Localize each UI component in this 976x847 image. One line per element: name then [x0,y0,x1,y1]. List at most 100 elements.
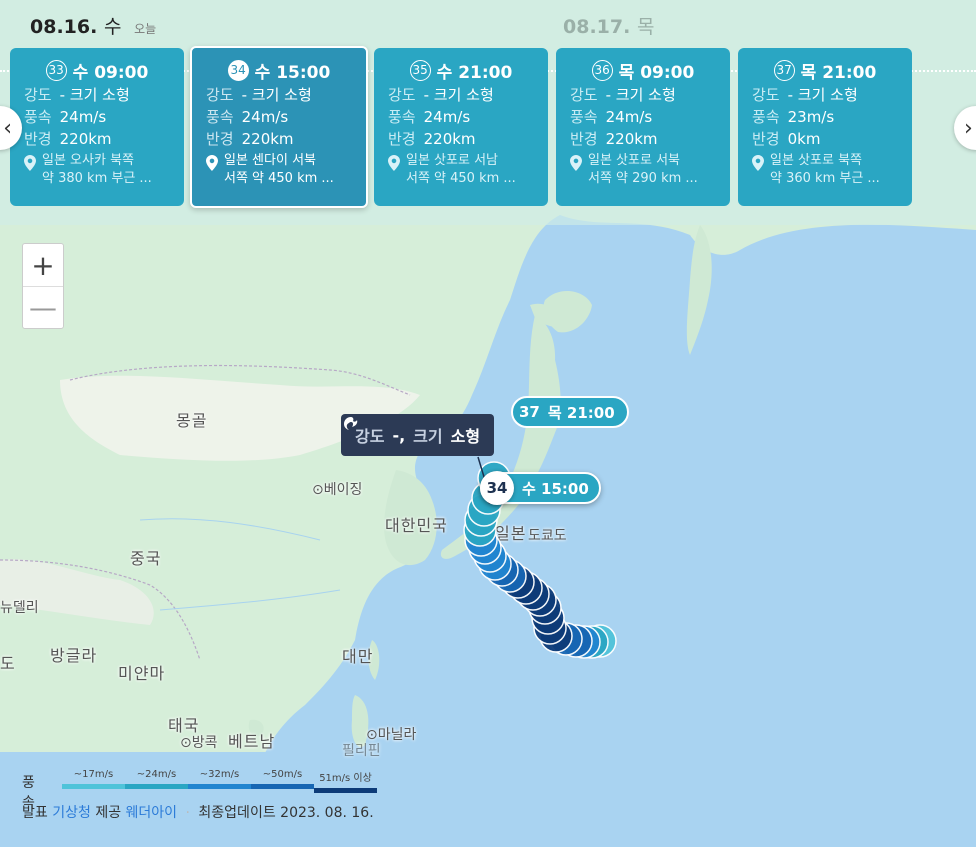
zoom-control: + — [22,243,64,329]
tooltip-size-label: 크기 [413,427,443,446]
card-number: 34 [227,59,249,81]
location-line-1: 일본 센다이 서북 [224,153,316,168]
card-strength: 강도 - 크기 소형 [388,84,548,106]
legend-segment-label: 51m/s 이상 [319,773,372,784]
forecast-card-36[interactable]: 36 목 09:00 강도 - 크기 소형풍속 24m/s 반경 220km 일본 삿포로 서… [556,48,730,206]
card-title: 36 목 09:00 [556,56,730,84]
legend-segment-bar [62,784,125,789]
location-line-1: 일본 삿포로 서남 [406,153,498,168]
track-marker-34-current[interactable]: 34 수 15:00 [480,471,601,505]
legend-segment-label: ~24m/s [136,769,177,780]
card-time: 수 15:00 [254,62,331,83]
card-radius: 반경 220km [206,128,366,150]
card-time: 수 09:00 [72,62,149,83]
card-radius: 반경 220km [570,128,730,150]
card-number: 36 [591,59,613,81]
card-strength: 강도 - 크기 소형 [570,84,730,106]
zoom-in-button[interactable]: + [23,244,63,286]
track-marker-37[interactable]: 37 목 21:00 [511,396,629,428]
strength-value: - 크기 소형 [787,86,858,104]
publisher-link[interactable]: 기상청 [52,805,91,821]
radius-value: 220km [605,130,658,148]
strength-label: 강도 [570,86,598,104]
location-line-1: 일본 삿포로 서북 [588,153,680,168]
location-line-2: 서쪽 약 450 km ... [406,171,516,186]
strength-label: 강도 [388,86,416,104]
track-marker-37-time: 목 21:00 [547,403,615,422]
radius-label: 반경 [388,130,416,148]
legend-segment-2: ~32m/s [188,769,251,793]
source-prefix: 발표 [22,805,48,821]
card-number: 33 [45,59,67,81]
separator: · [185,805,190,821]
card-strength: 강도 - 크기 소형 [752,84,912,106]
card-location: 일본 센다이 서북서쪽 약 450 km ... [206,152,366,188]
card-number: 35 [409,59,431,81]
strength-value: - 크기 소형 [423,86,494,104]
location-line-2: 서쪽 약 290 km ... [588,171,698,186]
update-label: 최종업데이트 [198,805,276,821]
forecast-card-37[interactable]: 37 목 21:00 강도 - 크기 소형 풍속 23m/s 반경 0km 일본 삿포로 북쪽 약… [738,48,912,206]
strength-value: - 크기 소형 [241,86,312,104]
card-speed: 풍속 24m/s [206,106,366,128]
location-line-2: 약 380 km 부근 ... [42,171,152,186]
location-line-1: 일본 오사카 북쪽 [42,153,134,168]
location-line-1: 일본 삿포로 북쪽 [770,153,862,168]
location-pin-icon [388,155,400,171]
speed-label: 풍속 [752,108,780,126]
speed-value: 24m/s [423,108,471,126]
card-time: 목 21:00 [800,62,877,83]
card-location: 일본 삿포로 서북서쪽 약 290 km ... [570,152,730,188]
tooltip-strength-value: -, [392,425,406,445]
typhoon-tooltip: 강도 -, 크기 소형 [341,414,495,456]
location-pin-icon [570,155,582,171]
forecast-card-33[interactable]: 33 수 09:00 강도 - 크기 소형 풍속 24m/s 반경 220km 일본 오사카 북… [10,48,184,206]
legend-segment-bar [251,784,314,789]
legend-segment-label: ~50m/s [262,769,303,780]
card-radius: 반경 0km [752,128,912,150]
strength-label: 강도 [24,86,52,104]
date-day: 목 [636,16,655,38]
radius-label: 반경 [752,130,780,148]
forecast-card-34[interactable]: 34 수 15:00 강도 - 크기 소형 풍속 24m/s 반경 220km 일본 센다이 서… [190,46,368,208]
radius-label: 반경 [24,130,52,148]
speed-value: 24m/s [241,108,289,126]
chevron-right-icon: › [964,115,973,141]
legend-segment-bar [188,784,251,789]
radius-value: 220km [423,130,476,148]
provider-link[interactable]: 웨더아이 [126,805,178,821]
forecast-card-35[interactable]: 35 수 21:00 강도 - 크기 소형풍속 24m/s 반경 220km 일본 삿포로 서… [374,48,548,206]
card-location: 일본 오사카 북쪽약 380 km 부근 ... [24,152,184,188]
legend-segment-4: 51m/s 이상 [314,769,377,793]
legend-segment-3: ~50m/s [251,769,314,793]
location-pin-icon [24,155,36,171]
track-marker-34-time: 수 15:00 [522,479,589,498]
chevron-left-icon: ‹ [3,115,12,141]
card-radius: 반경 220km [24,128,184,150]
zoom-out-button[interactable]: — [23,286,63,328]
track-marker-37-num: 37 [519,403,540,421]
speed-label: 풍속 [24,108,52,126]
radius-value: 0km [787,130,821,148]
location-line-2: 서쪽 약 450 km ... [224,171,334,186]
typhoon-icon [344,417,358,430]
card-title: 37 목 21:00 [738,56,912,84]
card-number: 37 [773,59,795,81]
legend-segment-label: ~32m/s [199,769,240,780]
card-title: 35 수 21:00 [374,56,548,84]
speed-value: 23m/s [787,108,835,126]
legend-segment-bar [314,788,377,793]
radius-label: 반경 [206,130,234,148]
strength-label: 강도 [752,86,780,104]
date-text: 08.16. [30,16,98,38]
source-info: 발표 기상청 제공 웨더아이 · 최종업데이트 2023. 08. 16. [22,802,374,822]
radius-label: 반경 [570,130,598,148]
speed-label: 풍속 [206,108,234,126]
date-header-next: 08.17. 목 [563,12,654,39]
speed-value: 24m/s [59,108,107,126]
card-speed: 풍속 24m/s [570,106,730,128]
location-pin-icon [206,155,218,171]
speed-label: 풍속 [388,108,416,126]
strength-value: - 크기 소형 [605,86,676,104]
legend-segment-bar [125,784,188,789]
